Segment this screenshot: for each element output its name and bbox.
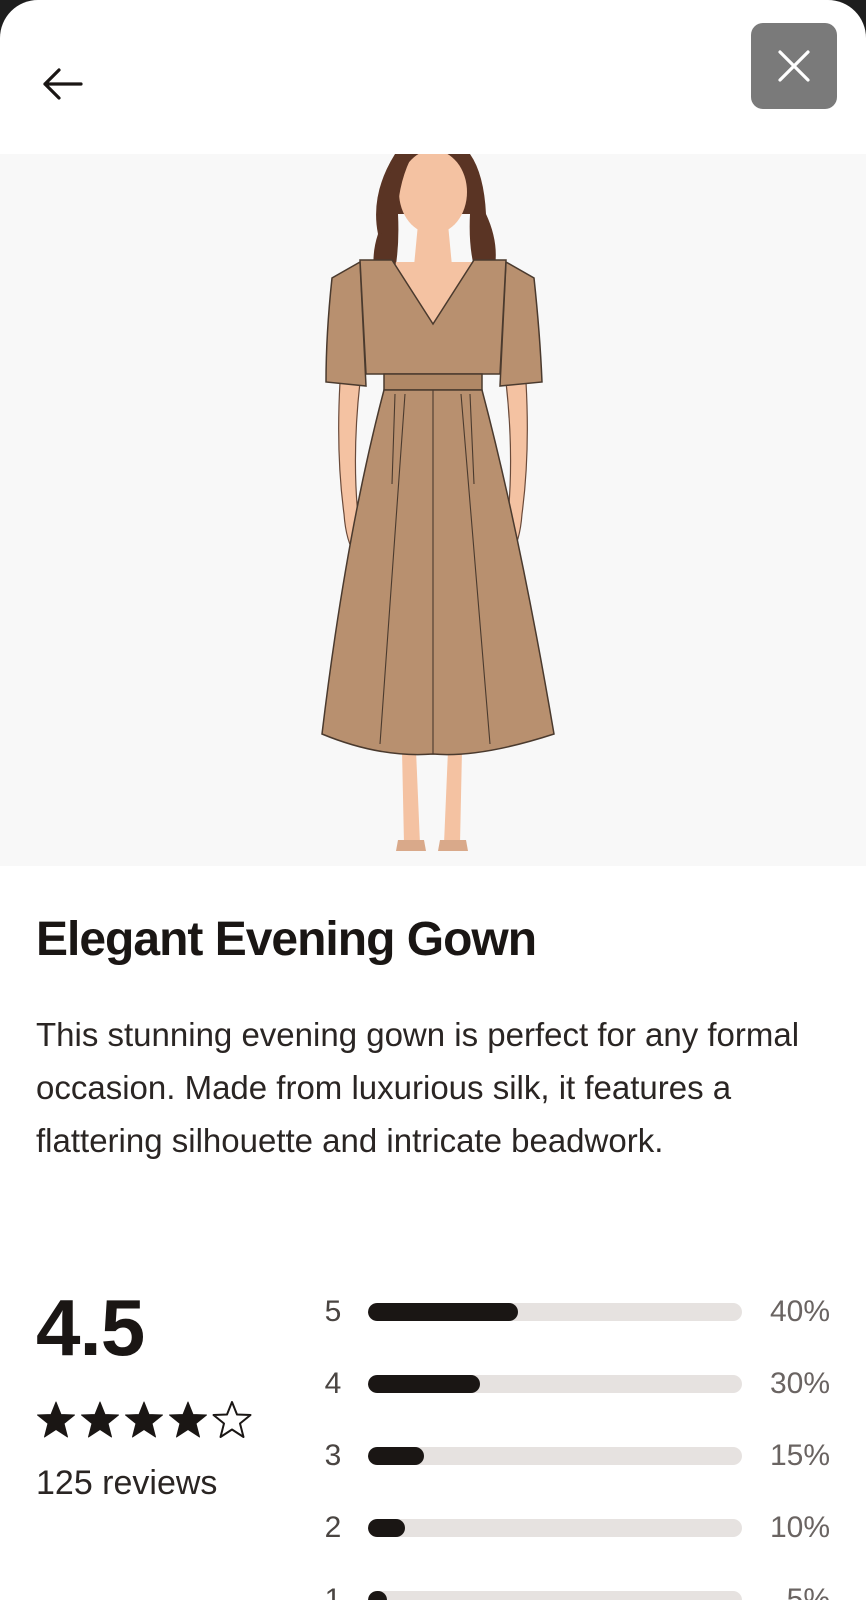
- star-filled-icon: [168, 1400, 208, 1440]
- back-button[interactable]: [36, 62, 88, 106]
- rating-bar-track: [368, 1519, 742, 1537]
- rating-bar-fill: [368, 1447, 425, 1465]
- rating-bar-fill: [368, 1591, 387, 1600]
- product-detail-sheet: Elegant Evening Gown This stunning eveni…: [0, 0, 866, 1600]
- star-empty-icon: [212, 1400, 252, 1440]
- arrow-left-icon: [43, 68, 83, 100]
- rating-bar-fill: [368, 1303, 518, 1321]
- dress-illustration: [321, 154, 555, 851]
- rating-row: 2 10%: [0, 1508, 866, 1548]
- star-filled-icon: [80, 1400, 120, 1440]
- rating-row-percent: 40%: [769, 1295, 830, 1328]
- rating-bar-track: [368, 1447, 742, 1465]
- rating-row: 5 40%: [0, 1292, 866, 1332]
- product-description: This stunning evening gown is perfect fo…: [36, 1016, 800, 1159]
- rating-row-percent: 10%: [769, 1511, 830, 1544]
- rating-row-stars: 5: [324, 1295, 342, 1328]
- rating-row-percent: 5%: [786, 1583, 830, 1600]
- product-title: Elegant Evening Gown: [36, 913, 537, 966]
- rating-row-percent: 15%: [769, 1439, 830, 1472]
- star-rating: [36, 1400, 252, 1440]
- close-button[interactable]: [751, 23, 837, 109]
- rating-row-stars: 2: [324, 1511, 342, 1544]
- product-image: [0, 154, 866, 866]
- rating-row-stars: 1: [324, 1583, 342, 1600]
- rating-row: 4 30%: [0, 1364, 866, 1404]
- rating-bar-track: [368, 1303, 742, 1321]
- close-icon: [778, 50, 810, 82]
- star-filled-icon: [36, 1400, 76, 1440]
- rating-bar-track: [368, 1375, 742, 1393]
- star-filled-icon: [124, 1400, 164, 1440]
- rating-bar-track: [368, 1591, 742, 1600]
- rating-row-stars: 3: [324, 1439, 342, 1472]
- rating-row-stars: 4: [324, 1367, 342, 1400]
- rating-row-percent: 30%: [769, 1367, 830, 1400]
- rating-bar-fill: [368, 1519, 406, 1537]
- rating-bar-fill: [368, 1375, 481, 1393]
- rating-row: 1 5%: [0, 1580, 866, 1600]
- rating-row: 3 15%: [0, 1436, 866, 1476]
